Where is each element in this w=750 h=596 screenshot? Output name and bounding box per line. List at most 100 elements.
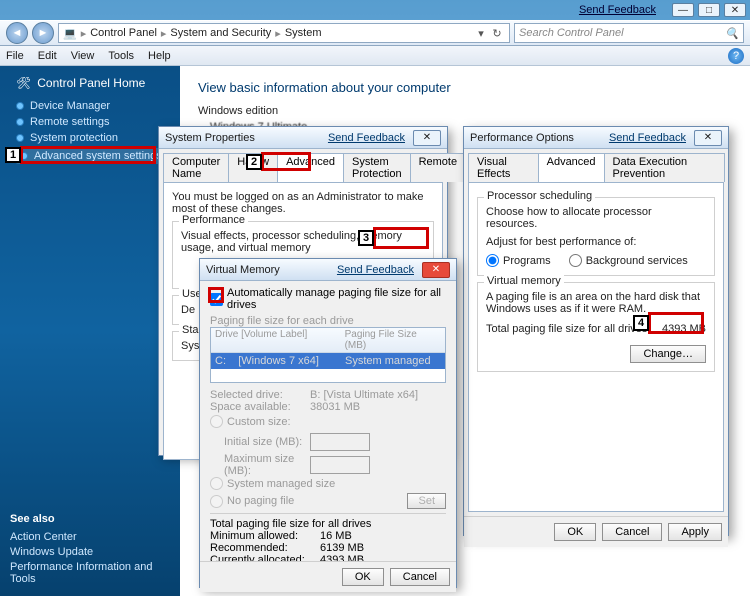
sidebar-item-advanced-system-settings[interactable]: Advanced system settings — [16, 148, 170, 164]
sidebar-item-device-manager[interactable]: Device Manager — [16, 100, 170, 112]
sel-drive-label: Selected drive: — [210, 389, 310, 401]
see-also-action-center[interactable]: Action Center — [10, 531, 170, 543]
vm-ok-button[interactable]: OK — [342, 568, 384, 586]
init-size-label: Initial size (MB): — [210, 436, 310, 448]
radio-custom-size[interactable]: Custom size: — [210, 415, 291, 428]
radio-no-paging-file[interactable]: No paging file — [210, 495, 294, 508]
perfopt-send-feedback[interactable]: Send Feedback — [609, 132, 686, 144]
sel-drive-value: B: [Vista Ultimate x64] — [310, 389, 418, 401]
sidebar-item-remote-settings[interactable]: Remote settings — [16, 116, 170, 128]
refresh-icon[interactable]: ↻ — [489, 27, 505, 40]
sysprops-send-feedback[interactable]: Send Feedback — [328, 132, 405, 144]
vm-close-icon[interactable]: ✕ — [422, 262, 450, 278]
menu-tools[interactable]: Tools — [108, 50, 134, 62]
vm-body: Automatically manage paging file size fo… — [200, 281, 456, 561]
space-label: Space available: — [210, 401, 310, 413]
sidebar-item-system-protection[interactable]: System protection — [16, 132, 170, 144]
radio-programs[interactable]: Programs — [486, 254, 551, 267]
windows-edition-label: Windows edition — [198, 105, 732, 117]
bullet-icon — [16, 102, 24, 110]
tab-hardware[interactable]: Hardw — [228, 153, 278, 182]
addr-dropdown-icon[interactable]: ▾ — [473, 27, 489, 40]
perfopt-titlebar[interactable]: Performance Options Send Feedback ✕ — [464, 127, 728, 149]
bullet-icon — [20, 152, 28, 160]
minimize-button[interactable]: — — [672, 3, 694, 17]
nav-bar: ◄ ► 💻 ▸ Control Panel ▸ System and Secur… — [0, 20, 750, 46]
space-value: 38031 MB — [310, 401, 360, 413]
tab-remote[interactable]: Remote — [410, 153, 467, 182]
see-also-title: See also — [10, 513, 170, 525]
vm-total-label: Total paging file size for all drives: — [486, 323, 650, 335]
menu-view[interactable]: View — [71, 50, 95, 62]
virtual-memory-group: Virtual memory A paging file is an area … — [477, 282, 715, 372]
perfopt-tabs: Visual Effects Advanced Data Execution P… — [464, 149, 728, 182]
perfopt-apply-button[interactable]: Apply — [668, 523, 722, 541]
init-size-input[interactable] — [310, 433, 370, 451]
tab-advanced[interactable]: Advanced — [277, 153, 344, 182]
sysprops-tabs: Computer Name Hardw Advanced System Prot… — [159, 149, 447, 182]
radio-system-managed[interactable]: System managed size — [210, 477, 335, 490]
vm-send-feedback[interactable]: Send Feedback — [337, 264, 414, 276]
search-icon: 🔍 — [725, 27, 739, 40]
titlebar: Send Feedback — □ ✕ — [0, 0, 750, 20]
set-button[interactable]: Set — [407, 493, 446, 509]
tab-computer-name[interactable]: Computer Name — [163, 153, 229, 182]
auto-manage-checkbox[interactable]: Automatically manage paging file size fo… — [210, 287, 446, 311]
tab-system-protection[interactable]: System Protection — [343, 153, 411, 182]
tab-visual-effects[interactable]: Visual Effects — [468, 153, 539, 182]
menu-edit[interactable]: Edit — [38, 50, 57, 62]
pfs-drive-label: Paging file size for each drive — [210, 315, 446, 327]
cur-value: 4393 MB — [320, 554, 364, 561]
vm-cancel-button[interactable]: Cancel — [390, 568, 450, 586]
total-title: Total paging file size for all drives — [210, 518, 446, 530]
performance-group-title: Performance — [179, 214, 248, 226]
vm-desc: A paging file is an area on the hard dis… — [486, 291, 706, 315]
breadcrumb-syssec[interactable]: System and Security — [170, 27, 271, 39]
perfopt-close-icon[interactable]: ✕ — [694, 130, 722, 146]
max-size-label: Maximum size (MB): — [210, 453, 310, 477]
vm-change-button[interactable]: Change… — [630, 345, 706, 363]
address-bar[interactable]: 💻 ▸ Control Panel ▸ System and Security … — [58, 23, 510, 43]
close-button[interactable]: ✕ — [724, 3, 746, 17]
rec-label: Recommended: — [210, 542, 320, 554]
col-size: Paging File Size (MB) — [345, 329, 441, 351]
see-also-performance-info[interactable]: Performance Information and Tools — [10, 561, 170, 585]
min-label: Minimum allowed: — [210, 530, 320, 542]
perfopt-title: Performance Options — [470, 132, 574, 144]
col-drive: Drive [Volume Label] — [215, 329, 345, 351]
search-placeholder: Search Control Panel — [519, 27, 624, 39]
perfopt-cancel-button[interactable]: Cancel — [602, 523, 662, 541]
perfopt-ok-button[interactable]: OK — [554, 523, 596, 541]
menu-bar: File Edit View Tools Help ? — [0, 46, 750, 66]
see-also-windows-update[interactable]: Windows Update — [10, 546, 170, 558]
vm-total-value: 4393 MB — [662, 323, 706, 335]
menu-file[interactable]: File — [6, 50, 24, 62]
max-size-input[interactable] — [310, 456, 370, 474]
maximize-button[interactable]: □ — [698, 3, 720, 17]
forward-button[interactable]: ► — [32, 22, 54, 44]
admin-note: You must be logged on as an Administrato… — [172, 191, 434, 215]
back-button[interactable]: ◄ — [6, 22, 28, 44]
perfopt-buttons: OK Cancel Apply — [464, 516, 728, 547]
search-input[interactable]: Search Control Panel 🔍 — [514, 23, 744, 43]
vm-buttons: OK Cancel — [200, 561, 456, 592]
min-value: 16 MB — [320, 530, 352, 542]
bullet-icon — [16, 118, 24, 126]
tab-perfopt-advanced[interactable]: Advanced — [538, 153, 605, 182]
radio-background-services[interactable]: Background services — [569, 254, 688, 267]
sysprops-title: System Properties — [165, 132, 255, 144]
breadcrumb-cp[interactable]: Control Panel — [90, 27, 157, 39]
drive-row-c[interactable]: C: [Windows 7 x64] System managed — [211, 353, 445, 369]
send-feedback-link[interactable]: Send Feedback — [579, 4, 656, 16]
control-panel-home[interactable]: 🛠 Control Panel Home — [16, 76, 170, 90]
tab-dep[interactable]: Data Execution Prevention — [604, 153, 725, 182]
sysprops-close-icon[interactable]: ✕ — [413, 130, 441, 146]
perfopt-body: Processor scheduling Choose how to alloc… — [468, 182, 724, 512]
drive-list[interactable]: Drive [Volume Label] Paging File Size (M… — [210, 327, 446, 383]
menu-help[interactable]: Help — [148, 50, 171, 62]
ps-title: Processor scheduling — [484, 190, 595, 202]
help-icon[interactable]: ? — [728, 48, 744, 64]
breadcrumb-sys[interactable]: System — [285, 27, 322, 39]
sysprops-titlebar[interactable]: System Properties Send Feedback ✕ — [159, 127, 447, 149]
vm-titlebar[interactable]: Virtual Memory Send Feedback ✕ — [200, 259, 456, 281]
